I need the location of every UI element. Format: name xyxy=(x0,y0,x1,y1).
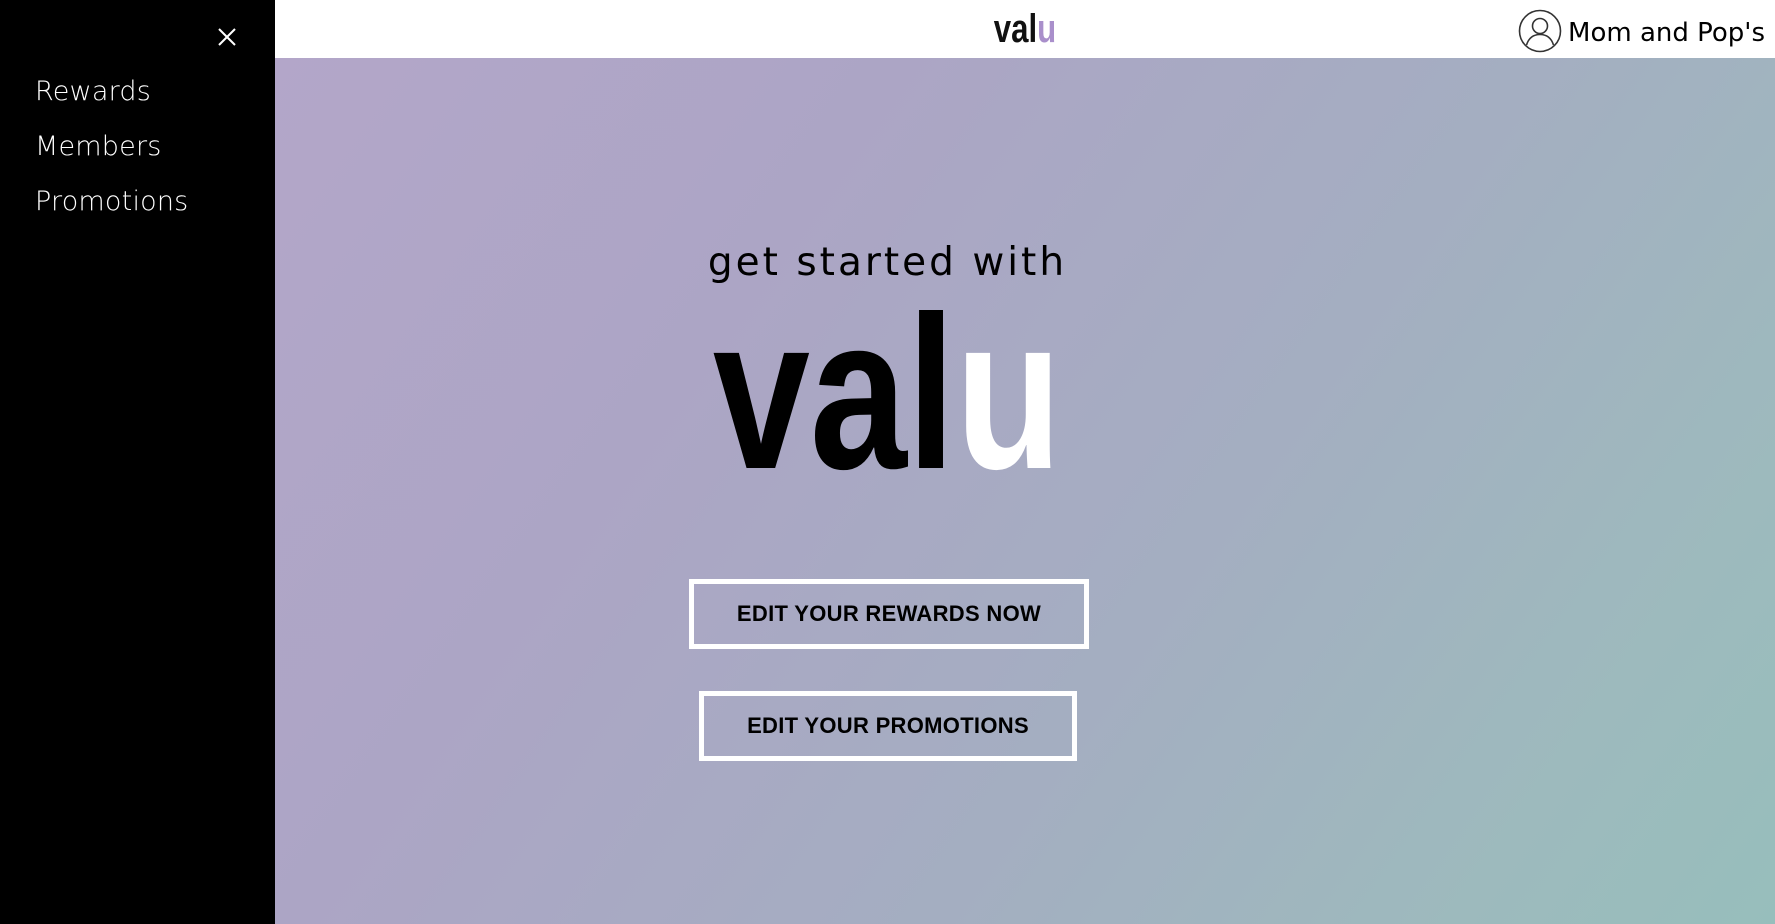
header-logo[interactable]: valu xyxy=(440,6,1610,52)
hero-logo-part1: val xyxy=(712,272,956,515)
account-menu[interactable]: Mom and Pop's xyxy=(1518,9,1765,57)
hero-logo: valu xyxy=(397,284,1377,504)
hero-logo-part2: u xyxy=(955,272,1062,515)
header-logo-part2: u xyxy=(1037,7,1057,51)
sidebar-item-promotions[interactable]: Promotions xyxy=(35,180,188,235)
hero-section: get started with valu EDIT YOUR REWARDS … xyxy=(275,58,1775,924)
user-circle-icon xyxy=(1518,9,1562,57)
sidebar: Rewards Members Promotions xyxy=(0,0,275,924)
header-logo-part1: val xyxy=(993,7,1038,51)
edit-rewards-button[interactable]: EDIT YOUR REWARDS NOW xyxy=(689,579,1089,649)
edit-promotions-button[interactable]: EDIT YOUR PROMOTIONS xyxy=(699,691,1077,761)
sidebar-item-rewards[interactable]: Rewards xyxy=(35,70,188,125)
sidebar-nav: Rewards Members Promotions xyxy=(35,70,188,235)
account-name: Mom and Pop's xyxy=(1568,18,1765,48)
close-icon[interactable] xyxy=(214,24,240,50)
top-bar: valu Mom and Pop's xyxy=(275,0,1775,58)
sidebar-item-members[interactable]: Members xyxy=(35,125,188,180)
